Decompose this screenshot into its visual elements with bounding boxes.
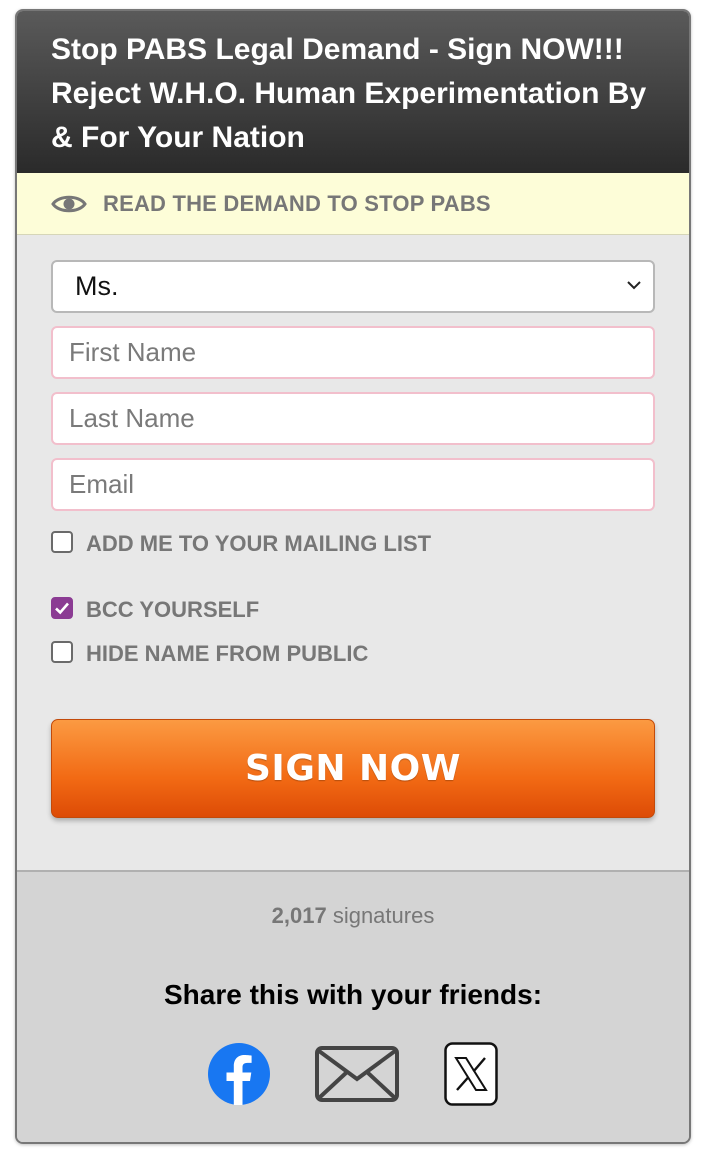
read-demand-label: READ THE DEMAND TO STOP PABS	[103, 190, 491, 216]
salutation-select[interactable]: Ms.	[51, 260, 655, 313]
bcc-yourself-checkbox[interactable]	[51, 597, 73, 619]
signature-count-suffix: signatures	[332, 903, 435, 928]
signature-count-number: 2,017	[271, 903, 327, 928]
sign-now-button[interactable]: SIGN NOW	[51, 719, 655, 818]
bcc-yourself-label: BCC YOURSELF	[86, 597, 260, 622]
signature-count: 2,017 signatures	[17, 872, 689, 929]
petition-header: Stop PABS Legal Demand - Sign NOW!!! Rej…	[17, 11, 689, 173]
hide-name-option[interactable]: HIDE NAME FROM PUBLIC	[51, 637, 655, 667]
last-name-field[interactable]	[51, 392, 655, 445]
email-icon[interactable]	[315, 1046, 399, 1107]
hide-name-checkbox[interactable]	[51, 641, 73, 663]
salutation-value: Ms.	[51, 260, 655, 313]
bcc-yourself-option[interactable]: BCC YOURSELF	[51, 593, 655, 623]
first-name-field[interactable]	[51, 326, 655, 379]
checkmark-icon	[55, 602, 69, 615]
chevron-down-icon	[627, 278, 641, 292]
x-icon[interactable]	[444, 1042, 498, 1111]
hide-name-label: HIDE NAME FROM PUBLIC	[86, 641, 369, 666]
petition-title: Stop PABS Legal Demand - Sign NOW!!! Rej…	[51, 33, 647, 154]
share-icons	[17, 1042, 689, 1111]
read-demand-link[interactable]: READ THE DEMAND TO STOP PABS	[17, 173, 689, 235]
email-field[interactable]	[51, 458, 655, 511]
petition-card: Stop PABS Legal Demand - Sign NOW!!! Rej…	[15, 9, 691, 1144]
eye-icon	[51, 192, 87, 216]
mailing-list-checkbox[interactable]	[51, 531, 73, 553]
mailing-list-option[interactable]: ADD ME TO YOUR MAILING LIST	[51, 527, 655, 557]
share-title: Share this with your friends:	[163, 979, 543, 1010]
mailing-list-label: ADD ME TO YOUR MAILING LIST	[86, 531, 432, 556]
petition-form: Ms. ADD ME TO YOUR MAILING LIST BCC YOUR…	[17, 235, 689, 870]
facebook-icon[interactable]	[208, 1043, 270, 1110]
petition-footer: 2,017 signatures Share this with your fr…	[17, 870, 689, 1142]
